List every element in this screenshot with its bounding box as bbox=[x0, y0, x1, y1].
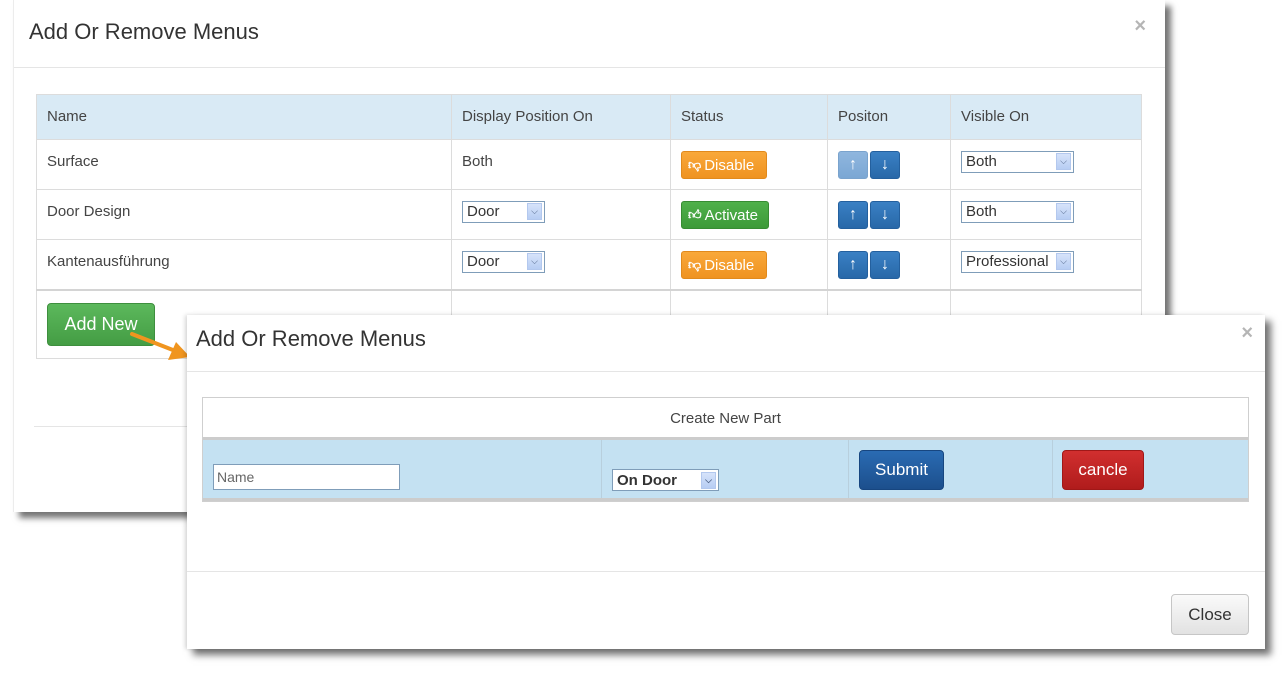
close-button[interactable]: Close bbox=[1171, 594, 1249, 635]
visible-on-select[interactable]: Both ⌵ bbox=[961, 200, 1074, 223]
column-header-position: Positon bbox=[827, 94, 951, 140]
create-part-form-row: On Door ⌵ Submit cancle bbox=[203, 440, 1248, 501]
arrow-down-icon: ↓ bbox=[881, 156, 889, 173]
move-down-button[interactable]: ↓ bbox=[870, 251, 900, 279]
column-header-status: Status bbox=[670, 94, 828, 140]
header-divider bbox=[14, 67, 1165, 68]
create-part-table: Create New Part On Door ⌵ Submit cancle bbox=[202, 397, 1249, 502]
cancel-button[interactable]: cancle bbox=[1062, 450, 1144, 490]
modal-title: Add Or Remove Menus bbox=[29, 19, 259, 44]
chevron-down-icon: ⌵ bbox=[527, 253, 542, 270]
move-up-button[interactable]: ↑ bbox=[838, 201, 868, 229]
row-name: Surface bbox=[36, 139, 452, 190]
activate-button[interactable]: 👍︎ Activate bbox=[681, 201, 769, 229]
select-value: Door bbox=[467, 253, 500, 270]
close-icon[interactable]: × bbox=[1241, 323, 1253, 343]
name-input[interactable] bbox=[213, 464, 400, 490]
table-row: Kantenausführung Door ⌵ 👎︎ Disable ↑ ↓ P… bbox=[36, 239, 1142, 290]
column-header-visible-on: Visible On bbox=[950, 94, 1142, 140]
arrow-up-icon: ↑ bbox=[849, 256, 857, 273]
move-down-button[interactable]: ↓ bbox=[870, 201, 900, 229]
arrow-down-icon: ↓ bbox=[881, 256, 889, 273]
disable-button[interactable]: 👎︎ Disable bbox=[681, 151, 767, 179]
submit-button[interactable]: Submit bbox=[859, 450, 944, 490]
annotation-arrow-shaft bbox=[130, 332, 180, 354]
status-label: Activate bbox=[704, 206, 758, 224]
move-up-button[interactable]: ↑ bbox=[838, 251, 868, 279]
row-name: Kantenausführung bbox=[36, 239, 452, 290]
thumbs-down-icon: 👎︎ bbox=[688, 257, 702, 272]
thumbs-down-icon: 👎︎ bbox=[688, 157, 702, 172]
select-value: Door bbox=[467, 203, 500, 220]
chevron-down-icon: ⌵ bbox=[1056, 253, 1071, 270]
visible-on-select[interactable]: Professional ⌵ bbox=[961, 250, 1074, 273]
position-select[interactable]: On Door ⌵ bbox=[612, 469, 719, 491]
arrow-up-icon: ↑ bbox=[849, 156, 857, 173]
create-part-modal: Add Or Remove Menus × Create New Part On… bbox=[187, 315, 1265, 649]
display-position-select[interactable]: Door ⌵ bbox=[462, 250, 545, 273]
table-header-row: Name Display Position On Status Positon … bbox=[36, 94, 1142, 140]
status-label: Disable bbox=[704, 256, 755, 274]
table-row: Surface Both 👎︎ Disable ↑ ↓ Both ⌵ bbox=[36, 139, 1142, 190]
column-header-name: Name bbox=[36, 94, 452, 140]
thumbs-up-icon: 👍︎ bbox=[688, 207, 702, 222]
chevron-down-icon: ⌵ bbox=[527, 203, 542, 220]
disable-button[interactable]: 👎︎ Disable bbox=[681, 251, 767, 279]
select-value: Both bbox=[966, 153, 997, 170]
select-value: Professional bbox=[966, 253, 1049, 270]
row-name: Door Design bbox=[36, 189, 452, 240]
visible-on-select[interactable]: Both ⌵ bbox=[961, 150, 1074, 173]
close-icon[interactable]: × bbox=[1134, 16, 1146, 36]
chevron-down-icon: ⌵ bbox=[1056, 203, 1071, 220]
status-label: Disable bbox=[704, 156, 755, 174]
chevron-down-icon: ⌵ bbox=[1056, 153, 1071, 170]
column-header-display-position: Display Position On bbox=[451, 94, 671, 140]
arrow-up-icon: ↑ bbox=[849, 206, 857, 223]
footer-divider bbox=[187, 571, 1265, 572]
table-row: Door Design Door ⌵ 👍︎ Activate ↑ ↓ Both … bbox=[36, 189, 1142, 240]
arrow-down-icon: ↓ bbox=[881, 206, 889, 223]
move-down-button[interactable]: ↓ bbox=[870, 151, 900, 179]
move-up-button[interactable]: ↑ bbox=[838, 151, 868, 179]
row-display-position: Both bbox=[451, 139, 671, 190]
chevron-down-icon: ⌵ bbox=[701, 471, 716, 489]
select-value: Both bbox=[966, 203, 997, 220]
header-divider bbox=[187, 371, 1265, 372]
modal-title: Add Or Remove Menus bbox=[196, 326, 426, 351]
create-part-heading: Create New Part bbox=[203, 398, 1248, 440]
display-position-select[interactable]: Door ⌵ bbox=[462, 200, 545, 223]
select-value: On Door bbox=[617, 471, 677, 489]
